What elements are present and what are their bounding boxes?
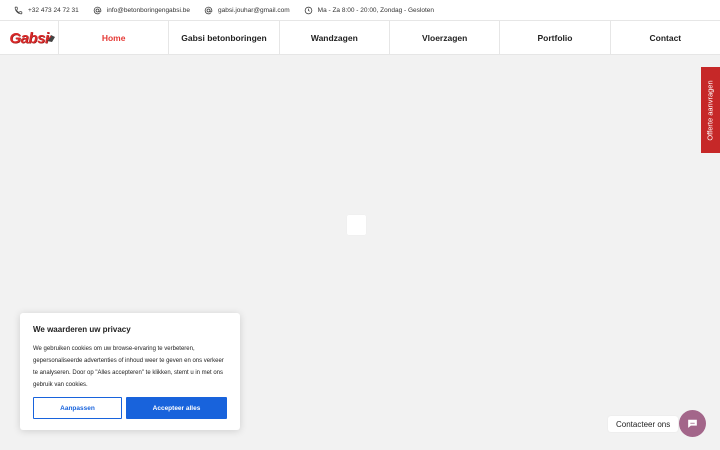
nav-item-portfolio[interactable]: Portfolio: [499, 21, 609, 54]
nav-item-wandzagen[interactable]: Wandzagen: [278, 21, 389, 54]
phone-number: +32 473 24 72 31: [28, 6, 79, 14]
phone-icon: [14, 6, 23, 15]
quote-request-label: Offerte aanvragen: [706, 79, 716, 141]
nav-item-contact[interactable]: Contact: [609, 21, 720, 54]
cookie-consent-banner: We waarderen uw privacy We gebruiken coo…: [20, 313, 240, 430]
logo-wordmark: Gabsi: [9, 29, 49, 47]
opening-hours: Ma - Za 8:00 - 20:00, Zondag - Gesloten: [304, 6, 434, 15]
cookie-actions: Aanpassen Accepteer alles: [33, 397, 227, 419]
at-icon: [93, 6, 102, 15]
nav-item-vloerzagen[interactable]: Vloerzagen: [388, 21, 499, 54]
contact-us-label[interactable]: Contacteer ons: [608, 416, 679, 432]
phone-contact[interactable]: +32 473 24 72 31: [14, 6, 79, 15]
cookie-title: We waarderen uw privacy: [33, 325, 131, 334]
email-contact-2[interactable]: gabsi.jouhar@gmail.com: [204, 6, 290, 15]
main-navigation: Gabsi Home Gabsi betonboringen Wandzagen…: [0, 20, 720, 55]
at-icon: [204, 6, 213, 15]
site-logo[interactable]: Gabsi: [0, 21, 58, 55]
email-address-1: info@betonboringengabsi.be: [106, 6, 191, 14]
nav-item-gabsi-betonboringen[interactable]: Gabsi betonboringen: [168, 21, 278, 54]
cookie-description: We gebruiken cookies om uw browse-ervari…: [33, 346, 224, 388]
chat-icon: [688, 419, 697, 428]
customize-button[interactable]: Aanpassen: [33, 397, 122, 419]
nav-item-home[interactable]: Home: [58, 21, 168, 54]
page-loader: [347, 215, 366, 235]
nav-menu: Home Gabsi betonboringen Wandzagen Vloer…: [58, 21, 720, 54]
quote-request-tab[interactable]: Offerte aanvragen: [701, 67, 720, 153]
clock-icon: [304, 6, 313, 15]
top-info-bar: +32 473 24 72 31 info@betonboringengabsi…: [0, 0, 720, 20]
opening-hours-text: Ma - Za 8:00 - 20:00, Zondag - Gesloten: [317, 6, 434, 14]
email-contact-1[interactable]: info@betonboringengabsi.be: [93, 6, 190, 15]
accept-all-button[interactable]: Accepteer alles: [126, 397, 227, 419]
contact-widget-button[interactable]: [679, 410, 706, 437]
email-address-2: gabsi.jouhar@gmail.com: [218, 6, 290, 14]
logo-mark-icon: [47, 35, 55, 42]
